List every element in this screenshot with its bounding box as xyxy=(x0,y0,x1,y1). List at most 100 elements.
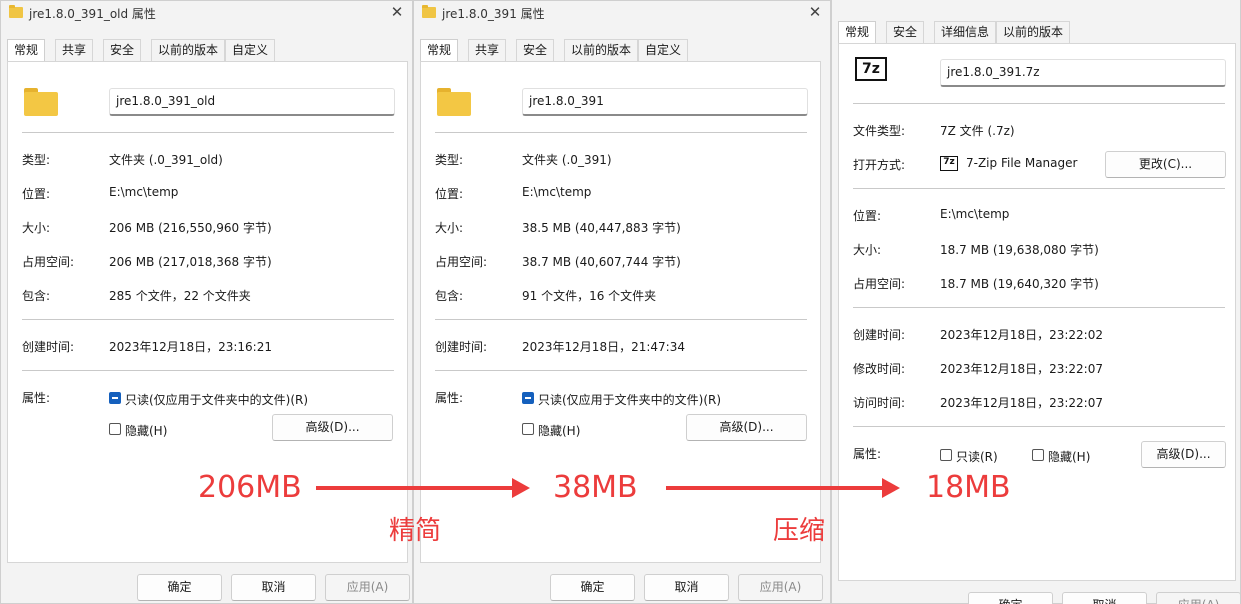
apply-button[interactable]: 应用(A) xyxy=(325,574,410,601)
folder-icon xyxy=(437,86,471,116)
divider xyxy=(853,307,1225,308)
created-value: 2023年12月18日，23:16:21 xyxy=(109,340,272,354)
tab-general[interactable]: 常规 xyxy=(7,39,46,62)
ok-button[interactable]: 确定 xyxy=(968,592,1053,604)
divider xyxy=(435,319,807,320)
size-value: 206 MB (216,550,960 字节) xyxy=(109,221,272,235)
hidden-label[interactable]: 隐藏(H) xyxy=(538,422,580,439)
ok-button[interactable]: 确定 xyxy=(550,574,635,601)
window-title: jre1.8.0_391_old 属性 xyxy=(29,7,156,21)
size-label: 大小: xyxy=(853,243,882,257)
tab-security[interactable]: 安全 xyxy=(516,39,555,61)
folder-icon xyxy=(9,5,23,18)
contains-label: 包含: xyxy=(22,289,51,303)
divider xyxy=(22,132,394,133)
divider xyxy=(22,319,394,320)
attributes-label: 属性: xyxy=(22,391,51,405)
location-value: E:\mc\temp xyxy=(522,185,592,199)
properties-dialog-7z: 常规 安全 详细信息 以前的版本 7z jre1.8.0_391.7z 文件类型… xyxy=(831,0,1241,604)
hidden-checkbox[interactable] xyxy=(1032,449,1044,461)
created-value: 2023年12月18日，21:47:34 xyxy=(522,340,685,354)
hidden-label[interactable]: 隐藏(H) xyxy=(125,422,167,439)
size-on-disk-label: 占用空间: xyxy=(22,255,75,269)
type-value: 文件夹 (.0_391) xyxy=(522,153,612,167)
tab-previous-versions[interactable]: 以前的版本 xyxy=(564,39,639,61)
size-on-disk-value: 18.7 MB (19,640,320 字节) xyxy=(940,277,1099,291)
divider xyxy=(853,426,1225,427)
folder-icon xyxy=(422,5,436,18)
advanced-button[interactable]: 高级(D)... xyxy=(1141,441,1226,468)
tab-sharing[interactable]: 共享 xyxy=(468,39,507,61)
window-title: jre1.8.0_391 属性 xyxy=(442,7,545,21)
change-button[interactable]: 更改(C)... xyxy=(1105,151,1226,178)
contains-value: 91 个文件，16 个文件夹 xyxy=(522,289,657,303)
properties-dialog-jre-old: jre1.8.0_391_old 属性 ✕ 常规 共享 安全 以前的版本 自定义… xyxy=(0,0,413,604)
type-label: 类型: xyxy=(22,153,51,167)
type-value: 文件夹 (.0_391_old) xyxy=(109,153,223,167)
file-type-value: 7Z 文件 (.7z) xyxy=(940,124,1015,138)
advanced-button[interactable]: 高级(D)... xyxy=(272,414,393,441)
general-panel: 7z jre1.8.0_391.7z 文件类型: 7Z 文件 (.7z) 打开方… xyxy=(838,43,1236,581)
size-on-disk-label: 占用空间: xyxy=(435,255,488,269)
readonly-label[interactable]: 只读(仅应用于文件夹中的文件)(R) xyxy=(538,391,721,408)
location-label: 位置: xyxy=(22,187,51,201)
tab-sharing[interactable]: 共享 xyxy=(55,39,94,61)
readonly-label[interactable]: 只读(仅应用于文件夹中的文件)(R) xyxy=(125,391,308,408)
readonly-checkbox[interactable] xyxy=(940,449,952,461)
size-label: 大小: xyxy=(22,221,51,235)
hidden-checkbox[interactable] xyxy=(109,423,121,435)
accessed-value: 2023年12月18日，23:22:07 xyxy=(940,396,1103,410)
created-label: 创建时间: xyxy=(22,340,75,354)
size-on-disk-value: 206 MB (217,018,368 字节) xyxy=(109,255,272,269)
location-value: E:\mc\temp xyxy=(940,207,1010,221)
apply-button[interactable]: 应用(A) xyxy=(1156,592,1241,604)
7zip-app-icon: 7z xyxy=(940,156,958,171)
step-annotation-trim: 精简 xyxy=(389,516,442,546)
close-button[interactable]: ✕ xyxy=(388,3,406,21)
arrow-1 xyxy=(316,478,530,498)
tab-customize[interactable]: 自定义 xyxy=(638,39,689,61)
tab-customize[interactable]: 自定义 xyxy=(225,39,276,61)
location-label: 位置: xyxy=(435,187,464,201)
tab-previous-versions[interactable]: 以前的版本 xyxy=(996,21,1071,43)
created-value: 2023年12月18日，23:22:02 xyxy=(940,328,1103,342)
tab-general[interactable]: 常规 xyxy=(838,21,877,44)
size-on-disk-label: 占用空间: xyxy=(853,277,906,291)
advanced-button[interactable]: 高级(D)... xyxy=(686,414,807,441)
opens-with-value: 7-Zip File Manager xyxy=(966,156,1078,170)
readonly-checkbox[interactable] xyxy=(109,392,121,404)
divider xyxy=(435,132,807,133)
name-input[interactable]: jre1.8.0_391.7z xyxy=(940,59,1226,87)
readonly-checkbox[interactable] xyxy=(522,392,534,404)
tab-details[interactable]: 详细信息 xyxy=(934,21,997,43)
name-input[interactable]: jre1.8.0_391 xyxy=(522,88,808,116)
size-annotation-206mb: 206MB xyxy=(198,470,302,505)
properties-dialog-jre: jre1.8.0_391 属性 ✕ 常规 共享 安全 以前的版本 自定义 jre… xyxy=(413,0,831,604)
folder-icon xyxy=(24,86,58,116)
7zip-archive-icon: 7z xyxy=(855,57,887,81)
cancel-button[interactable]: 取消 xyxy=(1062,592,1147,604)
title-bar[interactable]: jre1.8.0_391 属性 ✕ xyxy=(414,1,830,27)
divider xyxy=(853,188,1225,189)
step-annotation-compress: 压缩 xyxy=(773,516,826,546)
name-input[interactable]: jre1.8.0_391_old xyxy=(109,88,395,116)
title-bar[interactable]: jre1.8.0_391_old 属性 ✕ xyxy=(1,1,412,27)
created-label: 创建时间: xyxy=(853,328,906,342)
tab-previous-versions[interactable]: 以前的版本 xyxy=(151,39,226,61)
divider xyxy=(853,103,1225,104)
size-label: 大小: xyxy=(435,221,464,235)
tab-security[interactable]: 安全 xyxy=(103,39,142,61)
cancel-button[interactable]: 取消 xyxy=(231,574,316,601)
divider xyxy=(435,370,807,371)
ok-button[interactable]: 确定 xyxy=(137,574,222,601)
tab-security[interactable]: 安全 xyxy=(886,21,925,43)
hidden-label[interactable]: 隐藏(H) xyxy=(1048,448,1090,465)
tab-strip: 常规 共享 安全 以前的版本 自定义 xyxy=(420,39,820,62)
tab-general[interactable]: 常规 xyxy=(420,39,459,62)
hidden-checkbox[interactable] xyxy=(522,423,534,435)
readonly-label[interactable]: 只读(R) xyxy=(956,448,998,465)
accessed-label: 访问时间: xyxy=(853,396,906,410)
cancel-button[interactable]: 取消 xyxy=(644,574,729,601)
apply-button[interactable]: 应用(A) xyxy=(738,574,823,601)
close-button[interactable]: ✕ xyxy=(806,3,824,21)
